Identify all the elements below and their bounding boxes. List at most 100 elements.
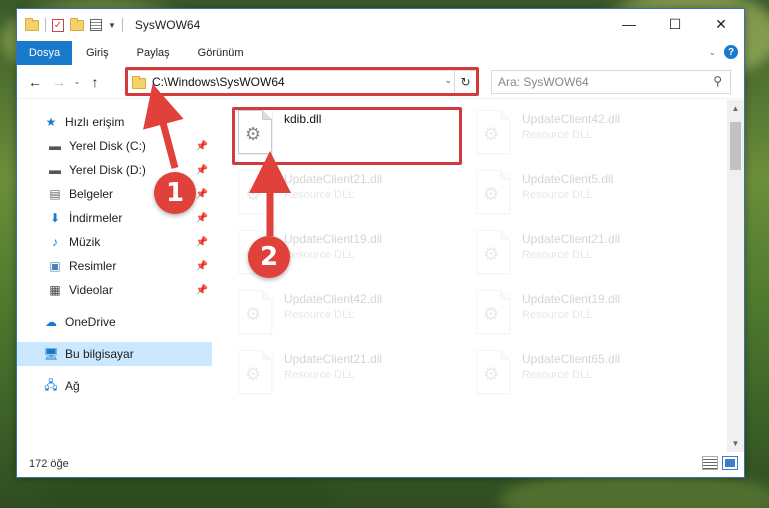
scroll-thumb[interactable] xyxy=(730,122,741,170)
forward-button[interactable]: → xyxy=(47,74,71,90)
dll-file-icon: ⚙ xyxy=(476,230,510,274)
sidebar-item-label: Hızlı erişim xyxy=(65,115,125,129)
file-item[interactable]: ⚙ UpdateClient42.dll Resource DLL xyxy=(476,110,620,154)
divider xyxy=(45,18,46,32)
sidebar-item-local-disk-c[interactable]: ▬ Yerel Disk (C:) 📌 xyxy=(17,134,212,158)
file-name: UpdateClient65.dll xyxy=(522,352,621,366)
dll-file-icon: ⚙ xyxy=(476,350,510,394)
scroll-up-arrow-icon[interactable]: ▲ xyxy=(727,100,744,117)
search-input[interactable]: Ara: SysWOW64 ⚲ xyxy=(491,70,731,94)
large-icons-view-button[interactable] xyxy=(722,456,738,470)
folder-icon xyxy=(25,17,39,31)
address-path[interactable]: C:\Windows\SysWOW64 xyxy=(152,75,285,89)
pin-icon[interactable]: 📌 xyxy=(196,165,208,176)
sidebar-item-quick-access[interactable]: ★ Hızlı erişim xyxy=(17,110,212,134)
sidebar-item-label: Bu bilgisayar xyxy=(65,347,134,361)
drive-icon: ▬ xyxy=(49,139,61,153)
up-button[interactable]: ↑ xyxy=(83,74,107,90)
file-type: Resource DLL xyxy=(522,189,593,201)
vertical-scrollbar[interactable]: ▲ ▼ xyxy=(727,100,744,452)
properties-icon[interactable] xyxy=(90,19,102,31)
tab-share[interactable]: Paylaş xyxy=(123,47,184,59)
search-placeholder: Ara: SysWOW64 xyxy=(498,75,589,89)
file-name: UpdateClient42.dll xyxy=(284,292,383,306)
file-type: Resource DLL xyxy=(284,249,355,261)
file-type: Resource DLL xyxy=(522,369,593,381)
file-item[interactable]: ⚙ UpdateClient19.dll Resource DLL xyxy=(476,290,620,334)
ribbon-tabs: Dosya Giriş Paylaş Görünüm ⌄ ? xyxy=(17,41,744,65)
sidebar-item-network[interactable]: 🖧 Ağ xyxy=(17,374,212,398)
file-type: Resource DLL xyxy=(522,309,593,321)
maximize-button[interactable]: ☐ xyxy=(652,9,698,39)
sidebar-item-onedrive[interactable]: ☁ OneDrive xyxy=(17,310,212,334)
sidebar-item-music[interactable]: ♪ Müzik 📌 xyxy=(17,230,212,254)
pin-icon[interactable]: 📌 xyxy=(196,189,208,200)
cloud-icon: ☁ xyxy=(45,315,57,329)
file-name: UpdateClient19.dll xyxy=(284,232,383,246)
address-dropdown-icon[interactable]: ⌄ xyxy=(444,75,452,86)
back-button[interactable]: ← xyxy=(23,74,47,90)
scroll-down-arrow-icon[interactable]: ▼ xyxy=(727,435,744,452)
pin-icon[interactable]: 📌 xyxy=(196,213,208,224)
file-type: Resource DLL xyxy=(522,129,593,141)
dll-file-icon: ⚙ xyxy=(476,290,510,334)
search-icon: ⚲ xyxy=(713,74,722,88)
file-name: UpdateClient5.dll xyxy=(522,172,614,186)
file-item[interactable]: ⚙ UpdateClient65.dll Resource DLL xyxy=(476,350,620,394)
main-content: ★ Hızlı erişim ▬ Yerel Disk (C:) 📌 ▬ Yer… xyxy=(17,100,744,452)
details-view-button[interactable] xyxy=(702,456,718,470)
file-type: Resource DLL xyxy=(284,369,355,381)
file-name: UpdateClient21.dll xyxy=(522,232,621,246)
dll-file-icon: ⚙ xyxy=(238,170,272,214)
tab-view[interactable]: Görünüm xyxy=(184,47,258,59)
file-name: UpdateClient42.dll xyxy=(522,112,621,126)
pin-icon[interactable]: 📌 xyxy=(196,285,208,296)
sidebar-item-label: Müzik xyxy=(69,235,101,249)
status-bar: 172 öğe xyxy=(17,451,744,477)
address-bar[interactable]: C:\Windows\SysWOW64 ⌄ ↻ xyxy=(127,70,477,94)
close-button[interactable]: ✕ xyxy=(698,9,744,39)
item-count: 172 öğe xyxy=(29,458,69,470)
file-item[interactable]: ⚙ UpdateClient42.dll Resource DLL xyxy=(238,290,382,334)
pin-icon[interactable]: 📌 xyxy=(196,261,208,272)
pin-icon[interactable]: 📌 xyxy=(196,237,208,248)
sidebar-item-videos[interactable]: ▦ Videolar 📌 xyxy=(17,278,212,302)
tab-file[interactable]: Dosya xyxy=(17,41,72,65)
dll-file-icon: ⚙ xyxy=(476,170,510,214)
title-bar: ✓ ▼ SysWOW64 — ☐ ✕ xyxy=(17,9,744,41)
star-icon: ★ xyxy=(45,115,57,129)
file-item[interactable]: ⚙ UpdateClient21.dll Resource DLL xyxy=(238,350,382,394)
minimize-button[interactable]: — xyxy=(606,9,652,39)
new-folder-icon[interactable] xyxy=(70,17,84,31)
recent-locations-dropdown[interactable]: ⌄ xyxy=(71,77,83,86)
sidebar-item-this-pc[interactable]: 🖥 Bu bilgisayar xyxy=(17,342,212,366)
documents-icon: ▤ xyxy=(49,187,61,201)
dll-file-icon: ⚙ xyxy=(238,350,272,394)
sidebar-item-label: Belgeler xyxy=(69,187,114,201)
file-highlight-box xyxy=(232,107,462,165)
sidebar-item-label: Yerel Disk (D:) xyxy=(69,163,146,177)
computer-icon: 🖥 xyxy=(43,347,59,361)
quick-access-toolbar: ✓ ▼ xyxy=(25,17,123,32)
step-marker-2: 2 xyxy=(248,236,290,278)
ribbon-collapse-chevron-icon[interactable]: ⌄ xyxy=(708,47,716,58)
tab-home[interactable]: Giriş xyxy=(72,47,123,59)
dll-file-icon: ⚙ xyxy=(476,110,510,154)
music-icon: ♪ xyxy=(52,235,58,249)
drive-icon: ▬ xyxy=(49,163,61,177)
file-item[interactable]: ⚙ UpdateClient21.dll Resource DLL xyxy=(476,230,620,274)
pin-icon[interactable]: 📌 xyxy=(196,141,208,152)
file-item[interactable]: ⚙ UpdateClient21.dll Resource DLL xyxy=(238,170,382,214)
file-item[interactable]: ⚙ UpdateClient5.dll Resource DLL xyxy=(476,170,613,214)
customize-toolbar-dropdown-icon[interactable]: ▼ xyxy=(108,21,116,30)
sidebar-item-label: Resimler xyxy=(69,259,117,273)
file-type: Resource DLL xyxy=(284,309,355,321)
refresh-button[interactable]: ↻ xyxy=(454,71,476,93)
properties-check-icon[interactable]: ✓ xyxy=(52,18,64,32)
sidebar-item-pictures[interactable]: ▣ Resimler 📌 xyxy=(17,254,212,278)
dll-file-icon: ⚙ xyxy=(238,290,272,334)
help-icon[interactable]: ? xyxy=(724,45,738,59)
step-marker-1: 1 xyxy=(154,172,196,214)
file-list: ⚙ kdib.dll ⚙ UpdateClient42.dll Resource … xyxy=(212,100,744,452)
sidebar-item-label: OneDrive xyxy=(65,315,116,329)
